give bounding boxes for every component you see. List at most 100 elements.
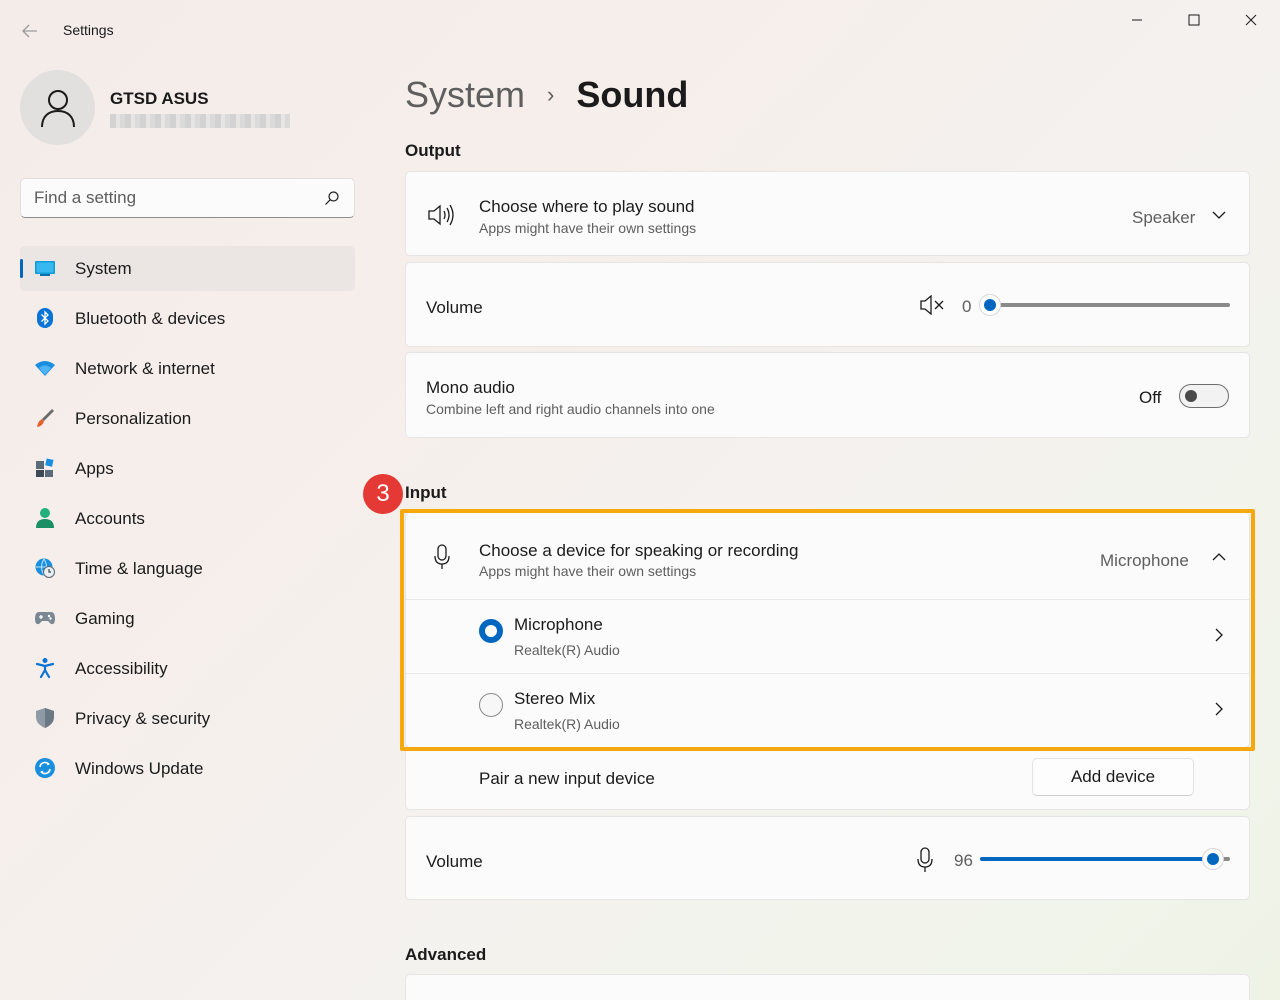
mono-audio-card: Mono audio Combine left and right audio … [405,352,1250,438]
input-option-driver: Realtek(R) Audio [514,642,620,658]
output-volume-card: Volume 0 [405,262,1250,347]
sidebar-item-label: Gaming [75,608,135,628]
back-arrow-icon [22,24,37,38]
sidebar-item-system[interactable]: System [20,246,355,291]
mono-audio-subtitle: Combine left and right audio channels in… [426,401,715,417]
accounts-icon [35,508,55,528]
output-device-subtitle: Apps might have their own settings [479,220,697,236]
sidebar-item-label: Accessibility [75,658,168,678]
output-volume-value: 0 [962,297,972,316]
bluetooth-icon [35,308,55,328]
avatar[interactable] [20,70,95,145]
add-device-button[interactable]: Add device [1032,758,1194,796]
sidebar-item-accessibility[interactable]: Accessibility [20,646,355,691]
chevron-right-icon[interactable] [1211,701,1227,717]
input-device-title: Choose a device for speaking or recordin… [479,541,799,560]
sidebar-item-gaming[interactable]: Gaming [20,596,355,641]
back-button[interactable] [18,20,42,42]
breadcrumb: System › Sound [405,70,688,120]
globe-clock-icon [35,558,55,578]
microphone-icon [428,543,456,571]
sidebar-item-apps[interactable]: Apps [20,446,355,491]
sidebar-item-time-language[interactable]: Time & language [20,546,355,591]
input-volume-fill [980,857,1213,861]
speaker-icon [428,201,456,229]
input-option-stereo-mix[interactable]: Stereo Mix Realtek(R) Audio [406,674,1249,747]
input-volume-label: Volume [426,852,483,871]
close-icon [1245,14,1257,26]
sidebar-item-label: Time & language [75,558,203,578]
brush-icon [35,408,55,428]
close-button[interactable] [1228,6,1274,34]
sidebar-item-label: Accounts [75,508,145,528]
sidebar-item-label: Personalization [75,408,192,428]
page-title: Sound [576,74,689,115]
shield-icon [35,708,55,728]
microphone-radio[interactable] [479,619,503,643]
sidebar-nav: System Bluetooth & devices Network & int… [20,246,355,796]
output-volume-thumb[interactable] [979,294,1001,316]
sidebar-item-privacy-security[interactable]: Privacy & security [20,696,355,741]
input-option-driver: Realtek(R) Audio [514,716,620,732]
advanced-card[interactable] [405,974,1250,1000]
user-icon [40,89,75,127]
input-option-name: Microphone [514,615,603,634]
input-device-subtitle: Apps might have their own settings [479,563,697,579]
user-email-redacted [110,114,290,128]
sidebar-item-bluetooth[interactable]: Bluetooth & devices [20,296,355,341]
sidebar-item-personalization[interactable]: Personalization [20,396,355,441]
sidebar-item-accounts[interactable]: Accounts [20,496,355,541]
breadcrumb-parent[interactable]: System [405,74,525,116]
chevron-down-icon[interactable] [1211,207,1227,223]
stereo-mix-radio[interactable] [479,693,503,717]
user-name: GTSD ASUS [110,89,209,108]
sidebar-item-label: Apps [75,458,114,478]
search-icon[interactable] [324,190,340,206]
pair-device-label: Pair a new input device [479,769,655,788]
step-badge: 3 [363,474,403,514]
wifi-icon [35,358,55,378]
sidebar-item-network[interactable]: Network & internet [20,346,355,391]
input-volume-card: Volume 96 [405,816,1250,900]
mono-audio-toggle[interactable] [1179,384,1229,408]
output-device-card[interactable]: Choose where to play sound Apps might ha… [405,171,1250,256]
advanced-heading: Advanced [405,945,487,964]
pair-device-card: Pair a new input device Add device [405,748,1250,810]
maximize-icon [1188,14,1200,26]
sidebar-item-label: Bluetooth & devices [75,308,226,328]
update-icon [35,758,55,778]
output-volume-label: Volume [426,298,483,317]
apps-icon [35,458,55,478]
chevron-up-icon[interactable] [1211,549,1227,565]
input-heading: Input [405,483,447,502]
output-volume-slider[interactable] [990,303,1230,307]
system-icon [35,258,55,278]
input-option-name: Stereo Mix [514,689,596,708]
output-device-title: Choose where to play sound [479,197,695,216]
input-volume-thumb[interactable] [1201,848,1224,870]
mono-audio-state: Off [1139,388,1162,407]
breadcrumb-separator: › [547,82,555,107]
gamepad-icon [35,608,55,628]
app-title: Settings [63,22,114,38]
sidebar-item-label: Windows Update [75,758,204,778]
minimize-button[interactable] [1114,6,1160,34]
maximize-button[interactable] [1171,6,1217,34]
output-device-value: Speaker [1132,208,1196,227]
sidebar-item-label: Network & internet [75,358,215,378]
input-device-value: Microphone [1100,551,1189,570]
speaker-muted-icon[interactable] [920,295,946,315]
sidebar-item-label: System [75,258,132,278]
input-option-microphone[interactable]: Microphone Realtek(R) Audio [406,600,1249,673]
input-device-card: Choose a device for speaking or recordin… [405,512,1250,748]
sidebar-item-windows-update[interactable]: Windows Update [20,746,355,791]
input-device-header[interactable]: Choose a device for speaking or recordin… [406,513,1249,599]
search-box[interactable] [20,178,355,218]
search-input[interactable] [34,188,314,208]
title-bar: Settings [0,0,1280,60]
minimize-icon [1132,19,1142,21]
chevron-right-icon[interactable] [1211,627,1227,643]
microphone-icon[interactable] [916,847,934,873]
input-volume-value: 96 [954,851,973,870]
accessibility-icon [35,658,55,678]
